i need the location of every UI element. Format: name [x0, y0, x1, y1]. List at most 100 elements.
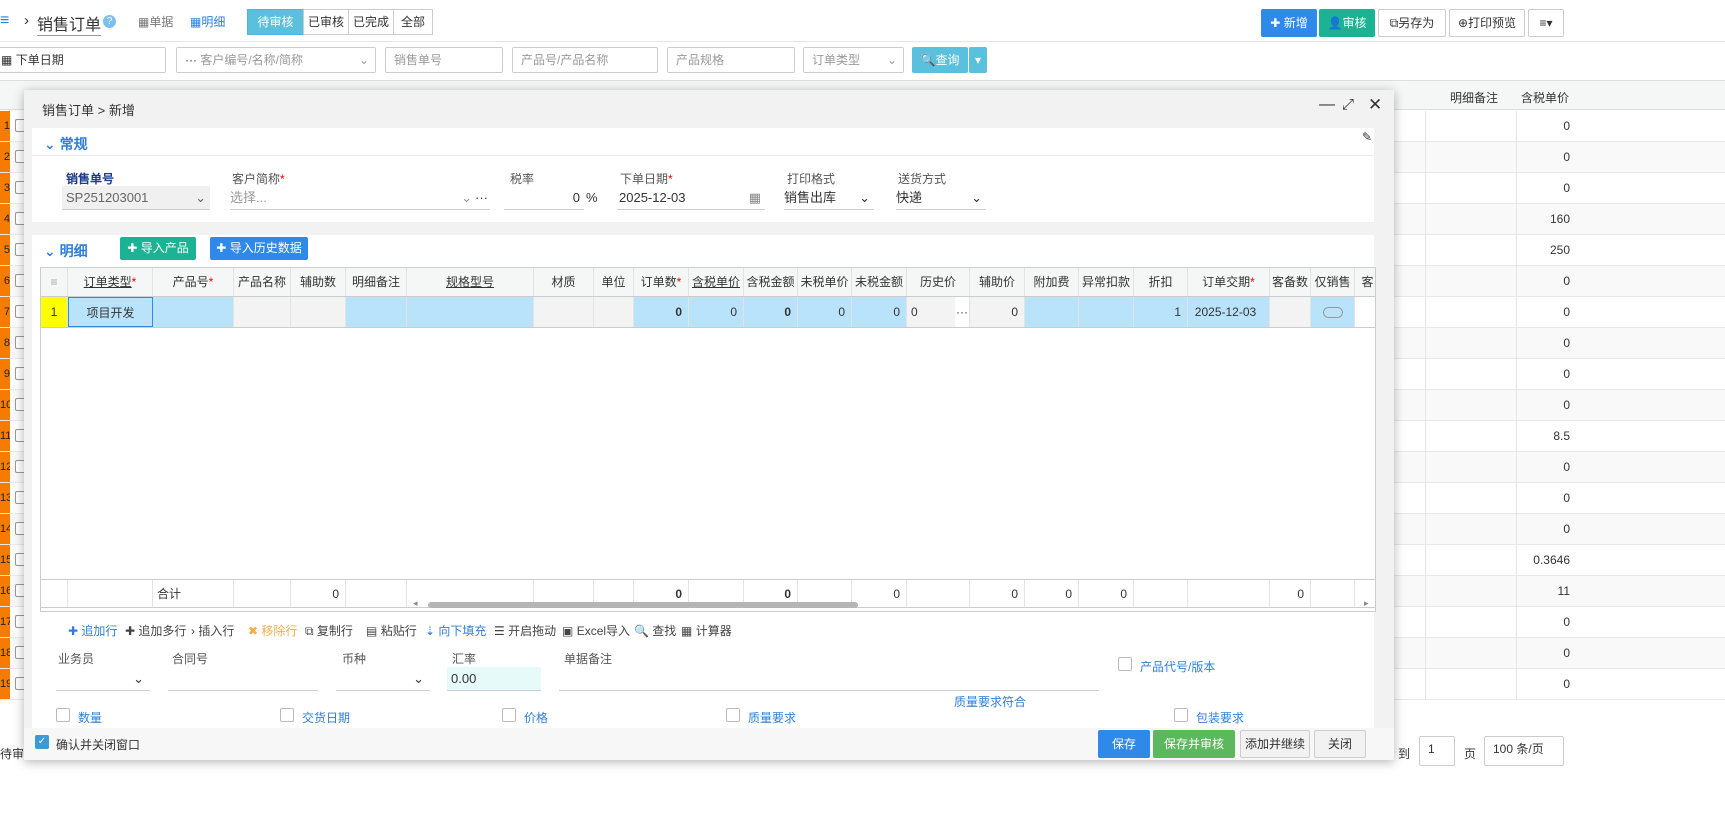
column-header[interactable]: 未税金额: [852, 268, 907, 296]
tab-completed[interactable]: 已完成: [348, 9, 394, 35]
column-header[interactable]: 含税单价: [689, 268, 744, 296]
save-button[interactable]: 保存: [1098, 730, 1150, 758]
print-preview-button[interactable]: ⊕打印预览: [1449, 9, 1525, 37]
page-size-select[interactable]: 100 条/页: [1484, 736, 1564, 766]
column-header[interactable]: 产品名称: [234, 268, 291, 296]
more-icon[interactable]: ···: [955, 297, 969, 327]
import-history-button[interactable]: ✚ 导入历史数据: [210, 237, 308, 260]
toolbar-button[interactable]: ⇣ 向下填充: [425, 622, 486, 639]
approve-button[interactable]: 👤审核: [1319, 9, 1375, 37]
product-filter[interactable]: 产品号/产品名称: [512, 47, 658, 73]
column-header[interactable]: 明细备注: [346, 268, 407, 296]
query-dropdown-button[interactable]: ▾: [969, 47, 987, 73]
tax-rate-input[interactable]: 0: [504, 186, 584, 210]
query-button[interactable]: 🔍查询: [912, 47, 968, 73]
column-header[interactable]: 仅销售: [1311, 268, 1355, 296]
column-header[interactable]: 辅助数: [291, 268, 346, 296]
tab-detail[interactable]: ▦明细: [190, 13, 225, 30]
column-header[interactable]: 产品号*: [153, 268, 234, 296]
close-icon[interactable]: ✕: [1368, 95, 1382, 115]
column-header[interactable]: 辅助价: [970, 268, 1025, 296]
edit-icon[interactable]: ✎: [1362, 130, 1372, 144]
toggle-switch[interactable]: [1323, 307, 1343, 318]
minimize-icon[interactable]: —: [1319, 96, 1335, 114]
more-menu-button[interactable]: ≡▾: [1528, 9, 1564, 37]
column-header[interactable]: 订单数*: [634, 268, 689, 296]
grid-cell[interactable]: [346, 297, 407, 327]
column-header[interactable]: 未税单价: [798, 268, 852, 296]
toolbar-button[interactable]: ✚ 追加行: [68, 622, 117, 639]
grid-cell[interactable]: [291, 297, 346, 327]
add-button[interactable]: ✚ 新增: [1261, 9, 1317, 37]
toolbar-button[interactable]: ▤ 粘贴行: [366, 622, 417, 639]
save-approve-button[interactable]: 保存并审核: [1153, 730, 1235, 758]
column-header[interactable]: 材质: [534, 268, 594, 296]
tab-approved[interactable]: 已审核: [303, 9, 349, 35]
toolbar-button[interactable]: ✚ 追加多行: [125, 622, 186, 639]
grid-cell[interactable]: [234, 297, 291, 327]
toolbar-button[interactable]: ⧉ 复制行: [305, 622, 353, 639]
tab-pending[interactable]: 待审核: [247, 9, 304, 35]
tab-all[interactable]: 全部: [393, 9, 433, 35]
tab-single[interactable]: ▦单据: [138, 13, 173, 30]
detail-toggle[interactable]: ⌄ 明细: [44, 241, 88, 261]
grid-cell[interactable]: 0: [634, 297, 689, 327]
grid-cell[interactable]: 0: [689, 297, 744, 327]
menu-icon[interactable]: ≡: [0, 12, 9, 30]
order-date-input[interactable]: 2025-12-03 ▦: [617, 186, 765, 210]
grid-cell[interactable]: 2025-12-03: [1188, 297, 1270, 327]
column-header[interactable]: 规格型号: [407, 268, 534, 296]
product-code-checkbox[interactable]: [1118, 657, 1132, 671]
grid-cell[interactable]: [534, 297, 594, 327]
delivery-date-checkbox[interactable]: [280, 708, 294, 722]
import-product-button[interactable]: ✚ 导入产品: [120, 237, 196, 260]
toolbar-button[interactable]: ☰ 开启拖动: [494, 622, 556, 639]
toolbar-button[interactable]: ▦ 计算器: [681, 622, 732, 639]
price-checkbox[interactable]: [502, 708, 516, 722]
toolbar-button[interactable]: 🔍 查找: [634, 622, 676, 639]
grid-cell[interactable]: [153, 297, 234, 327]
currency-select[interactable]: ⌄: [336, 667, 430, 691]
customer-select[interactable]: 选择... ⌄ ···: [230, 186, 490, 210]
table-row[interactable]: 1 项目开发 0 0 0 0 0 0 ··· 0 1 2025-12-03: [41, 297, 1375, 328]
column-header[interactable]: 折扣: [1134, 268, 1188, 296]
exchange-rate-input[interactable]: 0.00: [447, 667, 541, 691]
grid-cell[interactable]: [594, 297, 634, 327]
order-no-filter[interactable]: 销售单号: [385, 47, 503, 73]
grid-cell[interactable]: 1: [1134, 297, 1188, 327]
contract-input[interactable]: [168, 667, 318, 691]
calendar-icon[interactable]: ▦: [749, 186, 761, 210]
column-header[interactable]: 历史价: [907, 268, 970, 296]
column-header[interactable]: 含税金额: [744, 268, 798, 296]
customer-filter[interactable]: ··· 客户编号/名称/简称 ⌄: [176, 47, 376, 73]
grid-cell[interactable]: [1025, 297, 1079, 327]
toolbar-button[interactable]: ▣ Excel导入: [562, 622, 630, 639]
add-continue-button[interactable]: 添加并继续: [1240, 730, 1310, 758]
column-header[interactable]: 订单交期*: [1188, 268, 1270, 296]
toolbar-button[interactable]: ✖ 移除行: [248, 622, 297, 639]
page-input[interactable]: 1: [1419, 736, 1455, 766]
grid-cell[interactable]: 0 ···: [907, 297, 970, 327]
toolbar-button[interactable]: › 插入行: [191, 622, 234, 639]
close-button[interactable]: 关闭: [1314, 730, 1366, 758]
quantity-checkbox[interactable]: [56, 708, 70, 722]
column-header[interactable]: 客备数: [1270, 268, 1311, 296]
grid-cell[interactable]: 0: [970, 297, 1025, 327]
help-icon[interactable]: ?: [103, 15, 116, 28]
grid-cell[interactable]: [1270, 297, 1311, 327]
print-format-select[interactable]: 销售出库 ⌄: [784, 186, 874, 210]
shipping-select[interactable]: 快递 ⌄: [896, 186, 986, 210]
order-type-filter[interactable]: 订单类型 ⌄: [803, 47, 904, 73]
column-header[interactable]: 单位: [594, 268, 634, 296]
horizontal-scrollbar[interactable]: ◂ ▸: [41, 598, 1375, 611]
quality-checkbox[interactable]: [726, 708, 740, 722]
grid-cell[interactable]: [1079, 297, 1134, 327]
column-header[interactable]: 附加费: [1025, 268, 1079, 296]
column-header[interactable]: 异常扣款: [1079, 268, 1134, 296]
grid-cell[interactable]: [1311, 297, 1355, 327]
confirm-close-checkbox[interactable]: ✓: [35, 735, 49, 749]
maximize-icon[interactable]: ⤢: [1342, 96, 1354, 113]
packaging-checkbox[interactable]: [1174, 708, 1188, 722]
general-toggle[interactable]: ⌄ 常规: [44, 134, 88, 154]
drag-handle-icon[interactable]: ≡: [41, 268, 68, 296]
